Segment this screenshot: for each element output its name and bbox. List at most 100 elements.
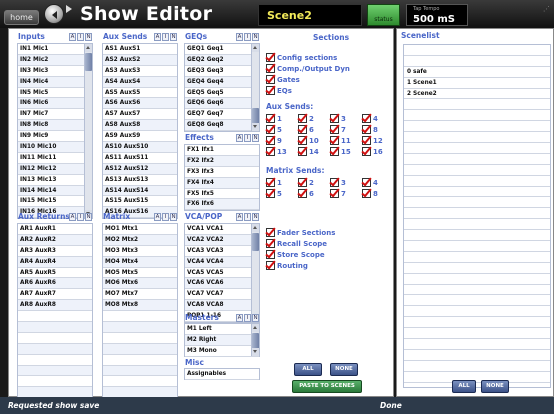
misc-list[interactable]: Assignables: [184, 368, 260, 380]
scene-row[interactable]: [404, 143, 550, 154]
section-checkbox[interactable]: Recall Scope: [266, 239, 327, 248]
list-item[interactable]: MO2 Mtx2: [103, 234, 177, 246]
scene-row[interactable]: [404, 132, 550, 144]
scene-row[interactable]: [404, 165, 550, 176]
list-item[interactable]: [18, 322, 92, 333]
matrix-send-checkbox[interactable]: 2: [298, 178, 314, 187]
list-item[interactable]: [18, 311, 92, 323]
all-toggle[interactable]: A: [236, 213, 243, 221]
list-item[interactable]: GEQ2 Geq2: [185, 54, 259, 66]
list-item[interactable]: [103, 343, 177, 355]
aux-send-checkbox[interactable]: 10: [298, 136, 319, 145]
list-item[interactable]: GEQ1 Geq1: [185, 44, 259, 55]
list-item[interactable]: [103, 311, 177, 323]
list-item[interactable]: AS11 AuxS11: [103, 153, 177, 164]
list-item[interactable]: AS5 AuxS5: [103, 88, 177, 99]
masters-list[interactable]: M1 Left M2 Right M3 Mono: [184, 323, 260, 357]
list-item[interactable]: IN2 Mic2: [18, 54, 92, 66]
list-item[interactable]: AR4 AuxR4: [18, 256, 92, 268]
inputs-list[interactable]: IN1 Mic1 IN2 Mic2 IN3 Mic3 IN4 Mic4 IN5 Mic5…: [17, 43, 93, 219]
scroll-down-icon[interactable]: [252, 123, 259, 131]
scene-row[interactable]: [404, 197, 550, 209]
all-toggle[interactable]: A: [69, 213, 76, 221]
none-toggle[interactable]: N: [252, 33, 259, 41]
list-item[interactable]: AS9 AuxS9: [103, 131, 177, 143]
matrix-send-checkbox[interactable]: 8: [362, 189, 378, 198]
scene-row[interactable]: [404, 317, 550, 329]
aux-send-checkbox[interactable]: 9: [266, 136, 282, 145]
list-item[interactable]: Assignables: [185, 369, 259, 380]
list-item[interactable]: AS3 AuxS3: [103, 66, 177, 77]
list-item[interactable]: AS1 AuxS1: [103, 44, 177, 55]
list-item[interactable]: FX3 Ifx3: [185, 167, 259, 178]
list-item[interactable]: MO3 Mtx3: [103, 246, 177, 257]
all-toggle[interactable]: A: [236, 33, 243, 41]
scene-row[interactable]: [404, 154, 550, 165]
list-item[interactable]: IN4 Mic4: [18, 76, 92, 88]
list-item[interactable]: IN15 Mic15: [18, 196, 92, 208]
scenelist-all-button[interactable]: ALL: [452, 380, 476, 393]
section-checkbox[interactable]: EQs: [266, 86, 292, 95]
aux-sends-list[interactable]: AS1 AuxS1 AS2 AuxS2 AS3 AuxS3 AS4 AuxS4 AS5 …: [102, 43, 178, 219]
list-item[interactable]: IN1 Mic1: [18, 44, 92, 55]
section-checkbox[interactable]: Config sections: [266, 53, 337, 62]
invert-toggle[interactable]: I: [77, 213, 84, 221]
scrollbar[interactable]: [251, 44, 259, 131]
aux-send-checkbox[interactable]: 14: [298, 147, 319, 156]
vca-pop-list[interactable]: VCA1 VCA1 VCA2 VCA2 VCA3 VCA3 VCA4 VCA4 VCA5…: [184, 223, 260, 323]
list-item[interactable]: VCA8 VCA8: [185, 300, 259, 312]
aux-returns-list[interactable]: AR1 AuxR1 AR2 AuxR2 AR3 AuxR3 AR4 AuxR4 AR5 …: [17, 223, 93, 399]
list-item[interactable]: [103, 355, 177, 366]
list-item[interactable]: M1 Left: [185, 324, 259, 335]
matrix-send-checkbox[interactable]: 7: [330, 189, 346, 198]
aux-send-checkbox[interactable]: 4: [362, 114, 378, 123]
list-item[interactable]: [103, 322, 177, 333]
list-item[interactable]: AS6 AuxS6: [103, 98, 177, 110]
none-toggle[interactable]: N: [252, 134, 259, 142]
list-item[interactable]: AR6 AuxR6: [18, 278, 92, 290]
scroll-thumb[interactable]: [85, 53, 92, 71]
sections-all-button[interactable]: ALL: [294, 363, 322, 376]
scene-row[interactable]: [404, 339, 550, 350]
scene-row[interactable]: [404, 328, 550, 340]
list-item[interactable]: GEQ6 Geq6: [185, 98, 259, 110]
aux-send-checkbox[interactable]: 11: [330, 136, 351, 145]
aux-send-checkbox[interactable]: 8: [362, 125, 378, 134]
matrix-send-checkbox[interactable]: 3: [330, 178, 346, 187]
list-item[interactable]: AS2 AuxS2: [103, 54, 177, 66]
scrollbar[interactable]: [251, 324, 259, 356]
scroll-thumb[interactable]: [252, 233, 259, 251]
aux-send-checkbox[interactable]: 12: [362, 136, 383, 145]
list-item[interactable]: VCA6 VCA6: [185, 278, 259, 290]
list-item[interactable]: GEQ7 Geq7: [185, 109, 259, 121]
scroll-down-icon[interactable]: [252, 348, 259, 356]
scene-row[interactable]: [404, 56, 550, 67]
list-item[interactable]: IN8 Mic8: [18, 120, 92, 132]
list-item[interactable]: IN12 Mic12: [18, 163, 92, 175]
section-checkbox[interactable]: Comp./Output Dyn: [266, 64, 350, 73]
aux-send-checkbox[interactable]: 13: [266, 147, 287, 156]
all-toggle[interactable]: A: [236, 314, 243, 322]
invert-toggle[interactable]: I: [244, 213, 251, 221]
scene-row[interactable]: [404, 241, 550, 252]
list-item[interactable]: VCA5 VCA5: [185, 268, 259, 279]
invert-toggle[interactable]: I: [77, 33, 84, 41]
list-item[interactable]: M3 Mono: [185, 346, 259, 357]
list-item[interactable]: IN6 Mic6: [18, 98, 92, 110]
section-checkbox[interactable]: Fader Sections: [266, 228, 335, 237]
none-toggle[interactable]: N: [252, 213, 259, 221]
scene-row[interactable]: [404, 252, 550, 263]
scene-row[interactable]: [404, 45, 550, 56]
matrix-list[interactable]: MO1 Mtx1 MO2 Mtx2 MO3 Mtx3 MO4 Mtx4 MO5 Mtx5…: [102, 223, 178, 399]
scene-row[interactable]: [404, 208, 550, 220]
matrix-send-checkbox[interactable]: 5: [266, 189, 282, 198]
list-item[interactable]: AS13 AuxS13: [103, 175, 177, 186]
matrix-send-checkbox[interactable]: 1: [266, 178, 282, 187]
status-button[interactable]: status: [367, 4, 400, 26]
all-toggle[interactable]: A: [154, 213, 161, 221]
list-item[interactable]: AS4 AuxS4: [103, 76, 177, 88]
list-item[interactable]: FX1 Ifx1: [185, 145, 259, 156]
forward-arrow-icon[interactable]: [64, 4, 74, 14]
scroll-up-icon[interactable]: [85, 44, 92, 52]
list-item[interactable]: AS15 AuxS15: [103, 196, 177, 208]
